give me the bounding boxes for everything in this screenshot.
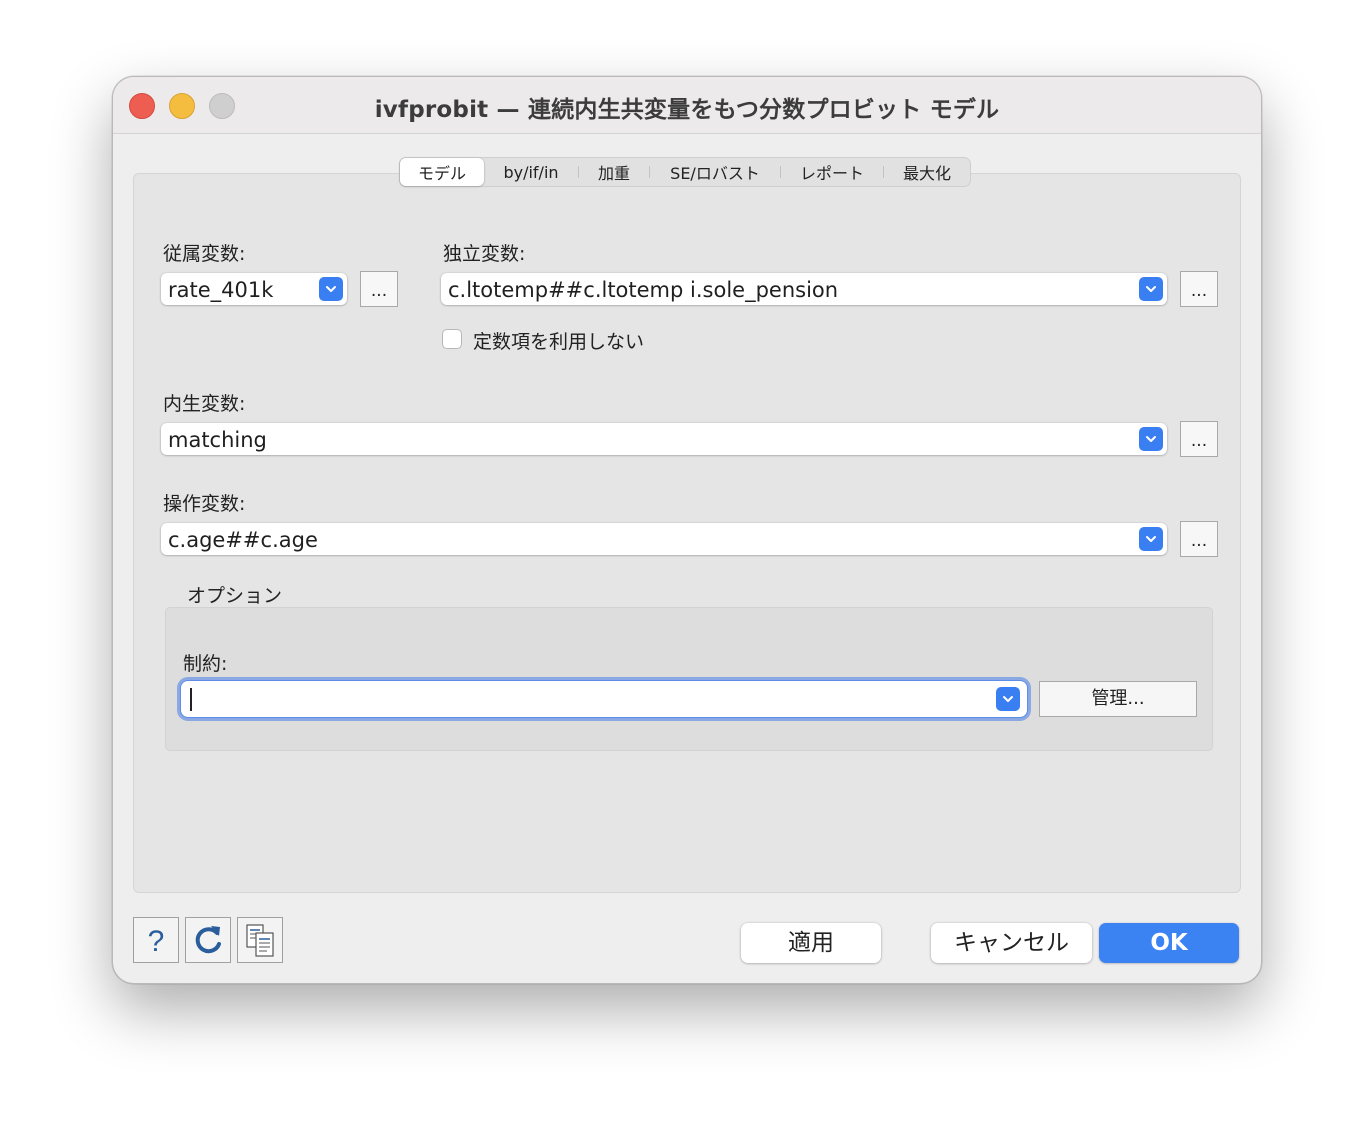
constraints-label: 制約: bbox=[183, 653, 228, 675]
tab-se-robust[interactable]: SE/ロバスト bbox=[650, 158, 780, 186]
options-group-label: オプション bbox=[187, 585, 283, 607]
dependent-variable-combo[interactable]: rate_401k bbox=[161, 273, 347, 305]
chevron-down-icon[interactable] bbox=[1139, 427, 1163, 451]
copy-command-button[interactable] bbox=[237, 917, 283, 963]
cancel-button[interactable]: キャンセル bbox=[931, 923, 1092, 963]
tab-weights[interactable]: 加重 bbox=[579, 158, 649, 186]
instrumental-variables-combo[interactable]: c.age##c.age bbox=[161, 523, 1167, 555]
manage-constraints-button[interactable]: 管理... bbox=[1039, 681, 1197, 717]
noconstant-label: 定数項を利用しない bbox=[473, 331, 645, 353]
apply-button[interactable]: 適用 bbox=[741, 923, 881, 963]
constraints-combo[interactable] bbox=[181, 681, 1027, 717]
tab-by-if-in[interactable]: by/if/in bbox=[484, 158, 578, 186]
independent-variables-value: c.ltotemp##c.ltotemp i.sole_pension bbox=[448, 278, 839, 302]
reset-button[interactable] bbox=[185, 917, 231, 963]
ok-button[interactable]: OK bbox=[1099, 923, 1239, 963]
instrumental-variables-label: 操作変数: bbox=[163, 493, 246, 515]
endogenous-variables-combo[interactable]: matching bbox=[161, 423, 1167, 455]
copy-command-icon bbox=[246, 924, 274, 957]
dependent-variable-label: 従属変数: bbox=[163, 243, 246, 265]
dependent-variable-more-button[interactable]: ... bbox=[360, 271, 398, 307]
endogenous-variables-value: matching bbox=[168, 428, 267, 452]
title-bar: ivfprobit — 連続内生共変量をもつ分数プロビット モデル bbox=[113, 77, 1261, 134]
options-group-box bbox=[165, 607, 1213, 751]
tab-bar: モデル by/if/in 加重 SE/ロバスト レポート 最大化 bbox=[399, 157, 971, 187]
independent-variables-label: 独立変数: bbox=[443, 243, 526, 265]
dependent-variable-value: rate_401k bbox=[168, 278, 274, 302]
endogenous-variables-label: 内生変数: bbox=[163, 393, 246, 415]
text-caret bbox=[190, 688, 192, 711]
tab-reporting[interactable]: レポート bbox=[781, 158, 883, 186]
question-mark-icon: ? bbox=[148, 925, 165, 958]
window-title: ivfprobit — 連続内生共変量をもつ分数プロビット モデル bbox=[374, 97, 1000, 123]
instrumental-variables-more-button[interactable]: ... bbox=[1180, 521, 1218, 557]
chevron-down-icon[interactable] bbox=[1139, 527, 1163, 551]
help-button[interactable]: ? bbox=[133, 917, 179, 963]
independent-variables-combo[interactable]: c.ltotemp##c.ltotemp i.sole_pension bbox=[441, 273, 1167, 305]
instrumental-variables-value: c.age##c.age bbox=[168, 528, 318, 552]
refresh-icon bbox=[195, 926, 221, 954]
dialog-window: ivfprobit — 連続内生共変量をもつ分数プロビット モデル モデル by… bbox=[112, 76, 1262, 984]
endogenous-variables-more-button[interactable]: ... bbox=[1180, 421, 1218, 457]
chevron-down-icon[interactable] bbox=[319, 277, 343, 301]
tab-model[interactable]: モデル bbox=[400, 158, 484, 186]
tab-maximization[interactable]: 最大化 bbox=[884, 158, 970, 186]
svg-text:?: ? bbox=[148, 925, 165, 958]
chevron-down-icon[interactable] bbox=[996, 687, 1020, 711]
independent-variables-more-button[interactable]: ... bbox=[1180, 271, 1218, 307]
noconstant-checkbox[interactable] bbox=[442, 329, 462, 349]
chevron-down-icon[interactable] bbox=[1139, 277, 1163, 301]
